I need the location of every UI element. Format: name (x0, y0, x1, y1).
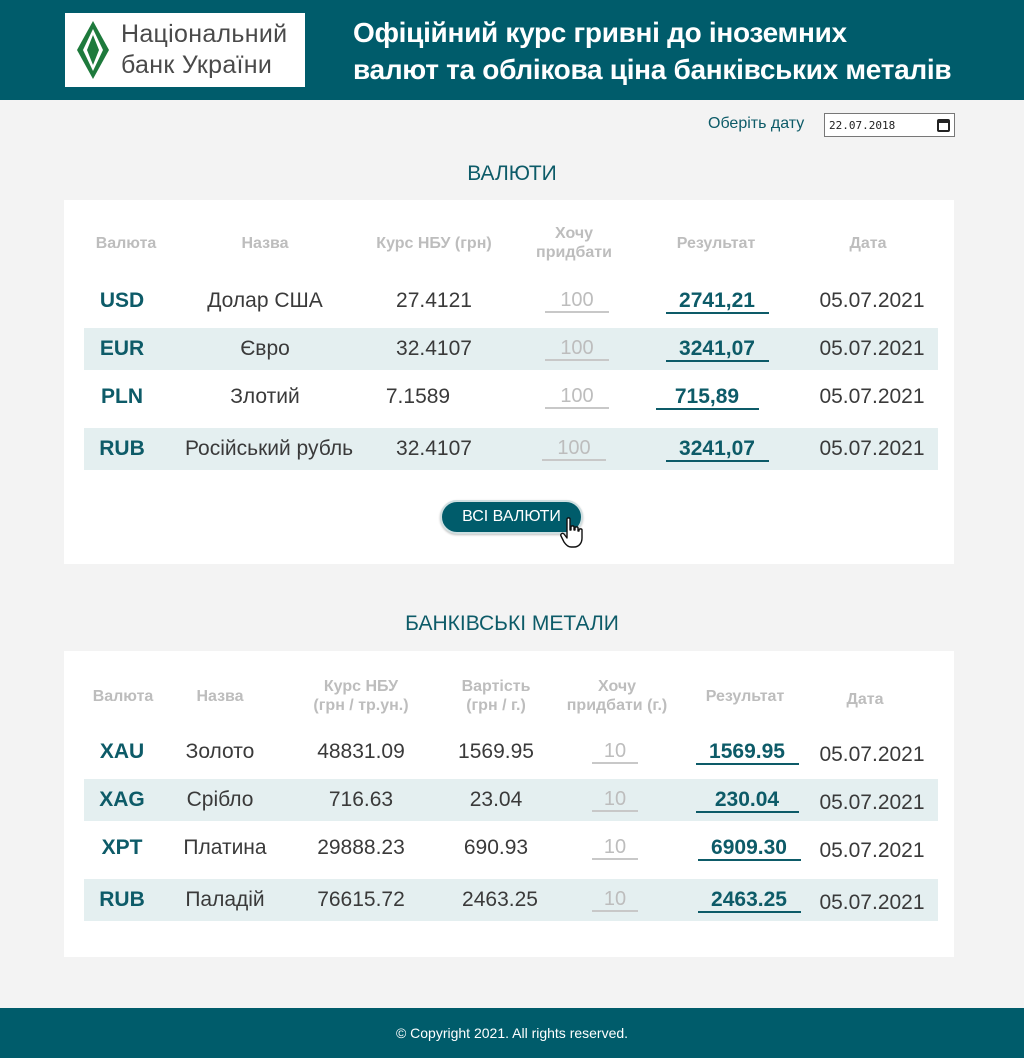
metal-rate: 29888.23 (317, 836, 405, 859)
currency-code: RUB (99, 437, 145, 460)
metal-rate: 48831.09 (317, 740, 405, 763)
currency-rate: 32.4107 (396, 337, 472, 360)
col-header-name: Назва (196, 687, 244, 705)
quantity-input[interactable]: 100 (541, 280, 613, 322)
table-row: RUB Паладій 76615.72 2463.25 10 2463.25 … (84, 879, 938, 921)
currency-code: PLN (101, 385, 143, 408)
table-row: XAG Срібло 716.63 23.04 10 230.04 05.07.… (84, 779, 938, 821)
result-value: 715,89 (652, 376, 762, 418)
currency-code: EUR (99, 337, 145, 360)
currency-name: Євро (240, 337, 290, 360)
copyright-text: © Copyright 2021. All rights reserved. (395, 1025, 629, 1041)
date-value: 22.07.2018 (829, 118, 896, 132)
currencies-title: ВАЛЮТИ (467, 162, 557, 185)
col-header-cost: Вартість (грн / г.) (461, 678, 531, 714)
metal-rate: 716.63 (328, 788, 394, 811)
hand-pointer-icon (560, 517, 583, 548)
rate-date: 05.07.2021 (819, 839, 925, 862)
logo-text: Національний банк України (121, 19, 287, 81)
col-header-date: Дата (846, 690, 884, 708)
rate-date: 05.07.2021 (819, 385, 925, 408)
quantity-input[interactable]: 100 (538, 428, 610, 470)
result-value: 6909.30 (692, 827, 806, 869)
col-header-want: Хочу придбати (536, 225, 612, 261)
metal-name: Паладій (185, 888, 265, 911)
result-value: 3241,07 (662, 428, 772, 470)
metal-code: XPT (101, 836, 143, 859)
calendar-icon[interactable] (937, 118, 950, 132)
currency-name: Долар США (207, 289, 323, 312)
metal-cost: 690.93 (463, 836, 529, 859)
footer: © Copyright 2021. All rights reserved. (0, 1008, 1024, 1058)
page-title: Офіційний курс гривні до іноземних валют… (353, 14, 1003, 88)
table-row: XAU Золото 48831.09 1569.95 10 1569.95 0… (84, 731, 938, 773)
result-value: 3241,07 (662, 328, 772, 370)
currencies-card: Валюта Назва Курс НБУ (грн) Хочу придбати… (64, 200, 954, 564)
col-header-result: Результат (705, 687, 785, 705)
logo-line-2: банк України (121, 51, 273, 79)
metal-rate: 76615.72 (317, 888, 405, 911)
metal-cost: 2463.25 (462, 888, 538, 911)
metal-cost: 1569.95 (458, 740, 534, 763)
metal-name: Срібло (186, 788, 254, 811)
date-input[interactable]: 22.07.2018 (824, 113, 955, 137)
result-value: 2463.25 (692, 879, 806, 921)
result-value: 1569.95 (690, 731, 804, 773)
col-header-name: Назва (241, 234, 289, 252)
col-header-rate: Курс НБУ (грн / тр.ун.) (313, 678, 409, 714)
table-row: XPT Платина 29888.23 690.93 10 6909.30 0… (84, 827, 938, 869)
col-header-date: Дата (849, 234, 887, 252)
title-line-1: Офіційний курс гривні до іноземних (353, 17, 847, 48)
table-row: PLN Злотий 7.1589 100 715,89 05.07.2021 (84, 376, 938, 418)
quantity-input[interactable]: 100 (541, 328, 613, 370)
nbu-emblem-icon (71, 19, 115, 81)
metal-cost: 23.04 (469, 788, 523, 811)
quantity-input[interactable]: 10 (586, 879, 644, 921)
col-header-code: Валюта (95, 234, 157, 252)
quantity-input[interactable]: 10 (586, 731, 644, 773)
quantity-input[interactable]: 10 (586, 827, 644, 869)
metal-name: Золото (185, 740, 255, 763)
table-row: RUB Російський рубль 32.4107 100 3241,07… (84, 428, 938, 470)
result-value: 230.04 (690, 779, 804, 821)
title-line-2: валют та облікова ціна банківських метал… (353, 54, 952, 85)
metal-code: XAG (99, 788, 145, 811)
metals-card: Валюта Назва Курс НБУ (грн / тр.ун.) Варт… (64, 651, 954, 957)
rate-date: 05.07.2021 (819, 791, 925, 814)
logo-line-1: Національний (121, 20, 288, 48)
date-picker-row: Оберіть дату 22.07.2018 (0, 113, 1024, 139)
metal-name: Платина (183, 836, 267, 859)
rate-date: 05.07.2021 (819, 289, 925, 312)
rate-date: 05.07.2021 (819, 891, 925, 914)
col-header-want: Хочу придбати (г.) (566, 678, 668, 714)
currency-rate: 32.4107 (396, 437, 472, 460)
header: Національний банк України Офіційний курс… (0, 0, 1024, 100)
col-header-code: Валюта (92, 687, 154, 705)
currency-name: Російський рубль (184, 437, 354, 460)
rate-date: 05.07.2021 (819, 337, 925, 360)
table-row: EUR Євро 32.4107 100 3241,07 05.07.2021 (84, 328, 938, 370)
col-header-result: Результат (676, 234, 756, 252)
currency-rate: 7.1589 (385, 385, 451, 408)
currency-code: USD (99, 289, 145, 312)
nbu-logo[interactable]: Національний банк України (65, 13, 305, 87)
quantity-input[interactable]: 100 (541, 376, 613, 418)
metal-code: XAU (99, 740, 145, 763)
currency-name: Злотий (230, 385, 300, 408)
result-value: 2741,21 (662, 280, 772, 322)
quantity-input[interactable]: 10 (586, 779, 644, 821)
rate-date: 05.07.2021 (819, 743, 925, 766)
metals-title: БАНКІВСЬКІ МЕТАЛИ (405, 612, 619, 635)
date-label: Оберіть дату (708, 115, 805, 132)
table-row: USD Долар США 27.4121 100 2741,21 05.07.… (84, 280, 938, 322)
metal-code: RUB (99, 888, 145, 911)
currency-rate: 27.4121 (396, 289, 472, 312)
col-header-rate: Курс НБУ (грн) (376, 234, 492, 252)
currencies-header-row: Валюта Назва Курс НБУ (грн) Хочу придбати… (84, 220, 938, 266)
rate-date: 05.07.2021 (819, 437, 925, 460)
metals-header-row: Валюта Назва Курс НБУ (грн / тр.ун.) Варт… (84, 673, 938, 719)
